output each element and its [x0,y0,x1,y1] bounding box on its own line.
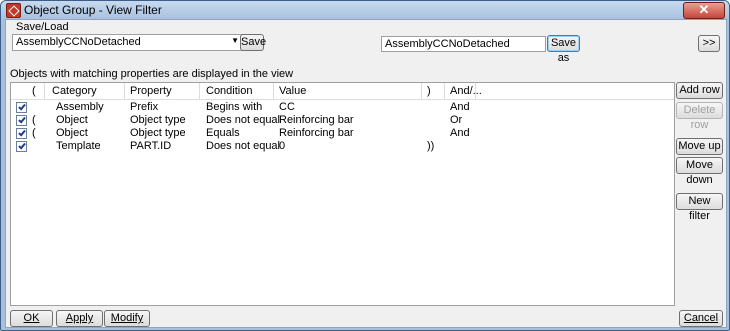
new-filter-button[interactable]: New filter [676,193,723,222]
row-value: Reinforcing bar [279,127,354,139]
row-property: PART.ID [130,140,172,152]
table-row[interactable]: ( Object Object type Does not equal Rein… [11,114,674,127]
app-icon [6,3,21,18]
saveload-dropdown[interactable]: AssemblyCCNoDetached ▼ [12,34,243,51]
row-property: Prefix [130,101,159,113]
row-value: 0 [279,140,286,152]
filter-table[interactable]: ( Category Property Condition Value ) An… [10,82,675,306]
row-enabled-checkbox[interactable] [16,102,27,113]
saveload-selected: AssemblyCCNoDetached [16,36,141,48]
table-header: ( Category Property Condition Value ) An… [11,83,674,100]
info-text: Objects with matching properties are dis… [10,68,294,80]
window-title: Object Group - View Filter [24,3,162,17]
header-paren-close: ) [427,85,431,97]
row-property: Object type [130,127,186,139]
header-condition: Condition [206,85,253,97]
row-category: Object [56,114,88,126]
saveload-label: Save/Load [16,21,69,33]
modify-button[interactable]: Modify [104,310,150,327]
saveas-name-value: AssemblyCCNoDetached [385,38,510,50]
row-condition: Does not equal [206,140,280,152]
row-condition: Begins with [206,101,263,113]
delete-row-button[interactable]: Delete row [676,102,723,131]
column-divider [475,83,476,99]
column-divider [124,83,125,99]
row-category: Assembly [56,101,104,113]
table-row[interactable]: Template PART.ID Does not equal 0 )) [11,140,674,153]
column-divider [44,83,45,99]
expand-button[interactable]: >> [698,35,720,52]
move-up-button[interactable]: Move up [676,138,723,155]
add-row-button[interactable]: Add row [676,82,723,99]
row-enabled-checkbox[interactable] [16,141,27,152]
ok-button[interactable]: OK [10,310,53,327]
header-value: Value [279,85,307,97]
dropdown-arrow-icon: ▼ [231,36,239,45]
saveas-name-field[interactable]: AssemblyCCNoDetached [381,36,546,52]
title-bar[interactable]: Object Group - View Filter ✕ [1,1,729,19]
row-category: Template [56,140,101,152]
row-paren-close: )) [427,140,435,152]
close-button[interactable]: ✕ [683,2,725,19]
column-divider [421,83,422,99]
column-divider [273,83,274,99]
table-row[interactable]: Assembly Prefix Begins with CC And [11,101,674,114]
view-filter-window: Object Group - View Filter ✕ Save/Load A… [0,0,730,331]
header-paren-open: ( [32,85,36,97]
row-value: Reinforcing bar [279,114,354,126]
row-andor: And [450,127,470,139]
header-andor: And/... [450,85,482,97]
dialog-body: Save/Load AssemblyCCNoDetached ▼ Save As… [5,19,727,328]
row-enabled-checkbox[interactable] [16,115,27,126]
column-divider [444,83,445,99]
column-divider [199,83,200,99]
row-enabled-checkbox[interactable] [16,128,27,139]
move-down-button[interactable]: Move down [676,157,723,186]
row-condition: Does not equal [206,114,280,126]
header-category: Category [52,85,97,97]
save-button[interactable]: Save [240,34,266,51]
row-paren-open: ( [32,127,36,139]
row-andor: Or [450,114,463,126]
row-category: Object [56,127,88,139]
row-condition: Equals [206,127,240,139]
row-property: Object type [130,114,186,126]
saveas-button[interactable]: Save as [547,35,580,64]
table-row[interactable]: ( Object Object type Equals Reinforcing … [11,127,674,140]
apply-button[interactable]: Apply [56,310,103,327]
row-value: CC [279,101,295,113]
row-paren-open: ( [32,114,36,126]
cancel-button[interactable]: Cancel [679,310,723,327]
header-property: Property [130,85,172,97]
row-andor: And [450,101,470,113]
